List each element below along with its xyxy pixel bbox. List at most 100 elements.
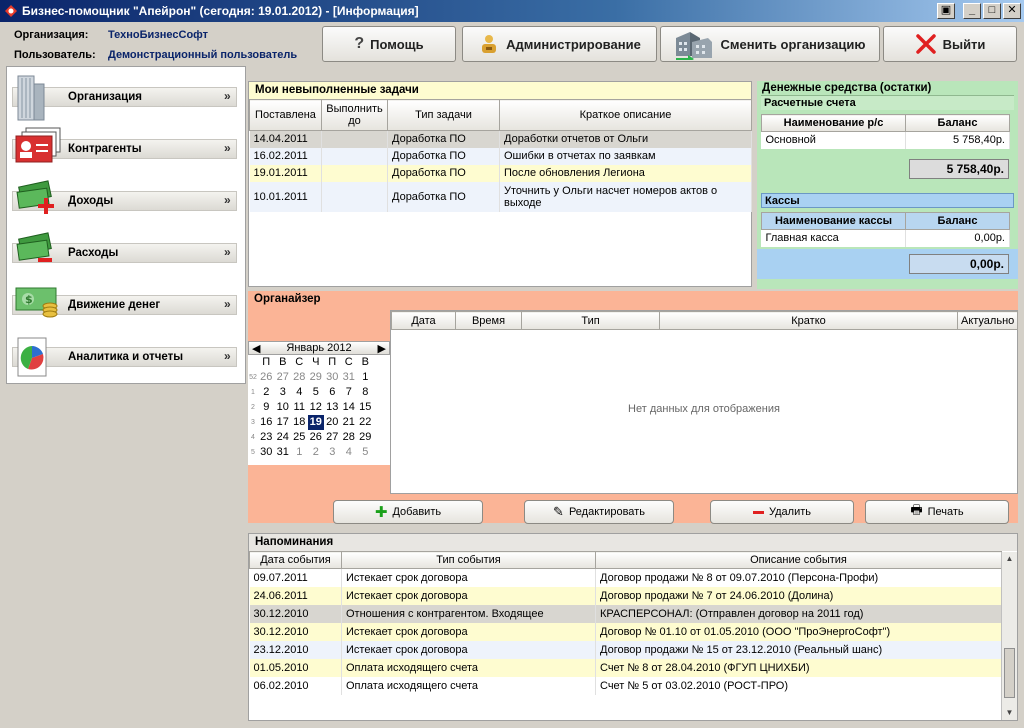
calendar-day[interactable]: 20 [324, 415, 341, 430]
calendar-day[interactable]: 23 [258, 430, 275, 445]
calendar-day[interactable]: 12 [308, 400, 325, 415]
help-button[interactable]: ? Помощь [322, 26, 456, 62]
calendar-day[interactable]: 9 [258, 400, 275, 415]
calendar-day[interactable]: 11 [291, 400, 308, 415]
column-header[interactable]: Тип события [341, 551, 596, 569]
calendar[interactable]: ◀ Январь 2012 ▶ П В С Ч П С В 52 26 27 28 29 30 31 1 1 2… [248, 341, 390, 465]
sidebar-item-analytics[interactable]: Аналитика и отчеты » [12, 331, 237, 383]
scroll-thumb[interactable] [1004, 648, 1015, 698]
empty-message: Нет данных для отображения [628, 403, 780, 415]
sidebar-item-expenses[interactable]: Расходы » [12, 227, 237, 279]
calendar-day[interactable]: 18 [291, 415, 308, 430]
calendar-day[interactable]: 1 [357, 370, 374, 385]
column-header[interactable]: Кратко [659, 311, 958, 330]
calendar-day[interactable]: 2 [308, 445, 325, 460]
table-row[interactable]: 10.01.2011 Доработка ПО Уточнить у Ольги н… [249, 181, 752, 212]
prev-month-icon[interactable]: ◀ [252, 342, 260, 355]
maximize-button[interactable]: □ [983, 3, 1001, 19]
column-header[interactable]: Дата [391, 311, 456, 330]
table-row[interactable]: 16.02.2011 Доработка ПО Ошибки в отчетах п… [249, 147, 752, 165]
column-header[interactable]: Описание события [595, 551, 1002, 569]
sidebar-item-money-flow[interactable]: $ Движение денег » [12, 279, 237, 331]
scroll-up-icon[interactable]: ▲ [1002, 552, 1017, 566]
table-row[interactable]: 30.12.2010 Истекает срок договора Договор … [249, 622, 1002, 641]
table-row[interactable]: 01.05.2010 Оплата исходящего счета Счет № … [249, 658, 1002, 677]
exit-button[interactable]: Выйти [883, 26, 1017, 62]
calendar-day[interactable]: 30 [324, 370, 341, 385]
sidebar-item-contractors[interactable]: Контрагенты » [12, 123, 237, 175]
calendar-day[interactable]: 28 [341, 430, 358, 445]
calendar-day[interactable]: 27 [324, 430, 341, 445]
reminders-scrollbar[interactable]: ▲ ▼ [1001, 552, 1017, 720]
column-header[interactable]: Тип [521, 311, 660, 330]
calendar-day[interactable]: 5 [308, 385, 325, 400]
table-row[interactable]: Основной 5 758,40р. [761, 131, 1010, 149]
table-row[interactable]: 24.06.2011 Истекает срок договора Договор … [249, 586, 1002, 605]
calendar-day[interactable]: 26 [258, 370, 275, 385]
sidebar-item-income[interactable]: Доходы » [12, 175, 237, 227]
column-header[interactable]: Поставлена [249, 99, 322, 131]
calendar-day[interactable]: 29 [357, 430, 374, 445]
calendar-day[interactable]: 26 [308, 430, 325, 445]
column-header[interactable]: Дата события [249, 551, 342, 569]
calendar-day[interactable]: 5 [357, 445, 374, 460]
calendar-grid: П В С Ч П С В 52 26 27 28 29 30 31 1 1 2 3 4 5 6 7 8 2 9 10 11 12 13… [248, 355, 390, 460]
calendar-day[interactable]: 31 [341, 370, 358, 385]
scroll-down-icon[interactable]: ▼ [1002, 706, 1017, 720]
calendar-day[interactable]: 3 [324, 445, 341, 460]
column-header[interactable]: Краткое описание [499, 99, 752, 131]
calendar-day[interactable]: 3 [275, 385, 292, 400]
table-row[interactable]: 09.07.2011 Истекает срок договора Договор … [249, 568, 1002, 587]
calendar-day[interactable]: 4 [291, 385, 308, 400]
calendar-day[interactable]: 15 [357, 400, 374, 415]
calendar-day[interactable]: 21 [341, 415, 358, 430]
calendar-day[interactable]: 14 [341, 400, 358, 415]
calendar-day[interactable]: 25 [291, 430, 308, 445]
calendar-day[interactable]: 2 [258, 385, 275, 400]
calendar-day[interactable]: 22 [357, 415, 374, 430]
calendar-day[interactable]: 16 [258, 415, 275, 430]
minimize-button[interactable]: _ [963, 3, 981, 19]
column-header[interactable]: Наименование р/с [761, 114, 906, 132]
calendar-day[interactable]: 7 [341, 385, 358, 400]
calendar-day[interactable]: 13 [324, 400, 341, 415]
table-row[interactable]: 14.04.2011 Доработка ПО Доработки отчетов … [249, 130, 752, 148]
calendar-day[interactable]: 24 [275, 430, 292, 445]
table-row[interactable]: 23.12.2010 Истекает срок договора Договор … [249, 640, 1002, 659]
column-header[interactable]: Баланс [905, 212, 1010, 230]
column-header[interactable]: Время [455, 311, 522, 330]
sidebar-item-organization[interactable]: Организация » [12, 71, 237, 123]
column-header[interactable]: Выполнить до [321, 99, 388, 131]
calendar-day[interactable]: 29 [308, 370, 325, 385]
calendar-day[interactable]: 27 [275, 370, 292, 385]
column-header[interactable]: Наименование кассы [761, 212, 906, 230]
print-button[interactable]: 🖶 Печать [865, 500, 1009, 524]
calendar-day[interactable]: 4 [341, 445, 358, 460]
next-month-icon[interactable]: ▶ [378, 342, 386, 355]
calendar-day[interactable]: 6 [324, 385, 341, 400]
table-row[interactable]: 30.12.2010 Отношения с контрагентом. Вход… [249, 604, 1002, 623]
restore-child-button[interactable]: ▣ [937, 3, 955, 19]
calendar-day[interactable]: 1 [291, 445, 308, 460]
calendar-day[interactable]: 10 [275, 400, 292, 415]
add-button[interactable]: ✚ Добавить [333, 500, 483, 524]
calendar-day[interactable]: 19 [307, 415, 324, 430]
calendar-day[interactable]: 28 [291, 370, 308, 385]
admin-button[interactable]: Администрирование [462, 26, 657, 62]
calendar-day[interactable]: 8 [357, 385, 374, 400]
column-header[interactable]: Тип задачи [387, 99, 500, 131]
calendar-day[interactable]: 31 [275, 445, 292, 460]
delete-button[interactable]: Удалить [710, 500, 854, 524]
column-header[interactable]: Актуально [957, 311, 1018, 330]
table-row[interactable]: 19.01.2011 Доработка ПО После обновления Л… [249, 164, 752, 182]
column-header[interactable]: Баланс [905, 114, 1010, 132]
chevron-down-icon: » [224, 141, 231, 155]
calendar-day[interactable]: 30 [258, 445, 275, 460]
edit-button[interactable]: ✎ Редактировать [524, 500, 674, 524]
money-panel: Денежные средства (остатки) Расчетные сч… [757, 81, 1018, 289]
table-row[interactable]: Главная касса 0,00р. [761, 229, 1010, 247]
calendar-day[interactable]: 17 [275, 415, 292, 430]
table-row[interactable]: 06.02.2010 Оплата исходящего счета Счет № … [249, 676, 1002, 695]
close-button[interactable]: ✕ [1003, 3, 1021, 19]
change-org-button[interactable]: Сменить организацию [660, 26, 880, 62]
